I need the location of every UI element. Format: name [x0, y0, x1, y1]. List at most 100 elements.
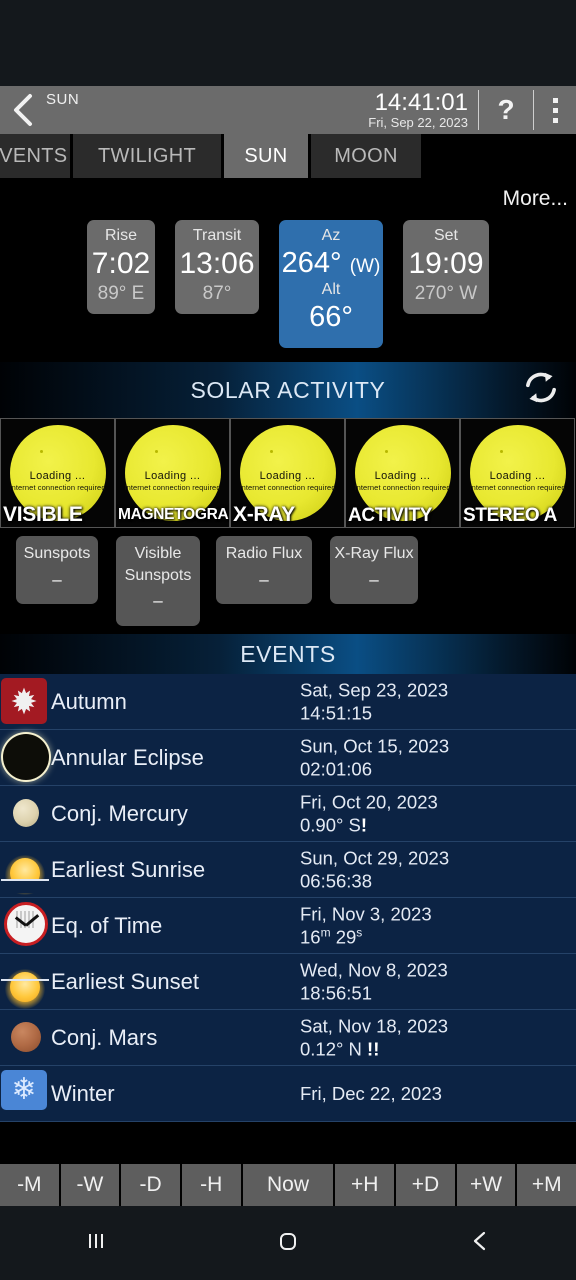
mars-icon — [1, 1014, 49, 1062]
tab-moon[interactable]: MOON — [311, 134, 421, 178]
table-row[interactable]: Earliest Sunset Wed, Nov 8, 2023 18:56:5… — [0, 954, 576, 1010]
more-link[interactable]: More... — [503, 187, 568, 211]
tab-events[interactable]: EVENTS — [0, 134, 70, 178]
tile-note: Internet connection required — [124, 482, 221, 492]
event-name: Autumn — [51, 688, 127, 714]
tile-note: Internet connection required — [469, 482, 566, 492]
tile-caption: MAGNETOGRAM — [118, 506, 230, 523]
events-list: Autumn Sat, Sep 23, 2023 14:51:15 Annula… — [0, 674, 576, 1122]
flux-radio-flux[interactable]: Radio Flux – — [216, 536, 312, 604]
event-when: Fri, Dec 22, 2023 — [300, 1082, 442, 1106]
back-icon — [465, 1226, 495, 1261]
event-when: Sat, Nov 18, 2023 0.12° N !! — [300, 1014, 448, 1061]
more-vertical-icon — [552, 97, 558, 103]
back-button[interactable] — [384, 1226, 576, 1261]
time-minus-week-button[interactable]: -W — [60, 1164, 120, 1206]
status-bar — [0, 0, 576, 86]
tile-loading-text: Loading ... Internet connection required — [346, 470, 459, 492]
tile-loading-text: Loading ... Internet connection required — [231, 470, 344, 492]
card-rise-sub: 89° E — [97, 282, 145, 304]
more-row: More... — [0, 178, 576, 220]
flux-label: Sunspots — [23, 545, 91, 562]
flux-value: – — [259, 569, 269, 589]
time-now-button[interactable]: Now — [242, 1164, 334, 1206]
chevron-left-icon — [12, 93, 34, 127]
event-when: Fri, Oct 20, 2023 0.90° S! — [300, 790, 438, 837]
time-navigation-bar: -M -W -D -H Now +H +D +W +M — [0, 1164, 576, 1206]
time-minus-day-button[interactable]: -D — [121, 1164, 180, 1206]
tile-caption: STEREO A — [463, 505, 558, 526]
event-when: Sun, Oct 29, 2023 06:56:38 — [300, 846, 449, 893]
flux-xray-flux[interactable]: X-Ray Flux – — [330, 536, 418, 604]
time-plus-hour-button[interactable]: +H — [335, 1164, 395, 1206]
card-set[interactable]: Set 19:09 270° W — [403, 220, 489, 314]
card-transit[interactable]: Transit 13:06 87° — [175, 220, 259, 314]
table-row[interactable]: Conj. Mercury Fri, Oct 20, 2023 0.90° S! — [0, 786, 576, 842]
flux-value: – — [153, 591, 163, 611]
flux-visible-sunspots[interactable]: Visible Sunspots – — [116, 536, 200, 626]
tile-caption: VISIBLE — [3, 503, 83, 526]
card-az-value: 264° (W) — [281, 247, 381, 279]
event-date: Wed, Nov 8, 2023 — [300, 958, 448, 980]
mercury-icon — [1, 790, 49, 838]
card-set-label: Set — [433, 227, 458, 244]
tile-loading-text: Loading ... Internet connection required — [1, 470, 114, 492]
solar-tile-magnetogram[interactable]: Loading ... Internet connection required… — [115, 418, 230, 528]
tab-sun[interactable]: SUN — [224, 134, 308, 178]
solar-tile-xray[interactable]: Loading ... Internet connection required… — [230, 418, 345, 528]
time-minus-month-button[interactable]: -M — [0, 1164, 59, 1206]
event-when: Sat, Sep 23, 2023 14:51:15 — [300, 678, 448, 725]
event-date: Fri, Nov 3, 2023 — [300, 902, 432, 924]
event-date: Sat, Nov 18, 2023 — [300, 1014, 449, 1036]
tile-loading-text: Loading ... Internet connection required — [461, 470, 574, 492]
action-bar-spacer — [79, 86, 368, 134]
event-when: Wed, Nov 8, 2023 18:56:51 — [300, 958, 448, 1005]
tile-loading-text: Loading ... Internet connection required — [116, 470, 229, 492]
home-button[interactable] — [192, 1226, 384, 1261]
solar-activity-title: SOLAR ACTIVITY — [190, 376, 386, 403]
recents-button[interactable] — [0, 1226, 192, 1261]
time-plus-month-button[interactable]: +M — [517, 1164, 576, 1206]
tile-caption: X-RAY — [233, 503, 295, 526]
sun-cards: Rise 7:02 89° E Transit 13:06 87° Az 264… — [0, 220, 576, 362]
table-row[interactable]: ❄ Winter Fri, Dec 22, 2023 — [0, 1066, 576, 1122]
tile-caption: ACTIVITY — [348, 505, 433, 526]
event-detail: 14:51:15 — [300, 702, 373, 724]
card-transit-value: 13:06 — [179, 247, 255, 280]
card-rise-label: Rise — [104, 227, 137, 244]
time-minus-hour-button[interactable]: -H — [181, 1164, 241, 1206]
solar-tile-visible[interactable]: Loading ... Internet connection required… — [0, 418, 115, 528]
back-button[interactable] — [0, 86, 46, 134]
event-detail: 0.12° N !! — [300, 1038, 380, 1060]
table-row[interactable]: Conj. Mars Sat, Nov 18, 2023 0.12° N !! — [0, 1010, 576, 1066]
solar-tiles: Loading ... Internet connection required… — [0, 418, 576, 528]
event-name: Winter — [51, 1080, 115, 1106]
help-button[interactable]: ? — [479, 86, 533, 134]
event-date: Sun, Oct 29, 2023 — [300, 846, 450, 868]
card-transit-sub: 87° — [202, 282, 232, 304]
card-rise-value: 7:02 — [91, 247, 151, 280]
clock-block[interactable]: 14:41:01 Fri, Sep 22, 2023 — [368, 86, 478, 134]
event-name: Conj. Mars — [51, 1024, 158, 1050]
event-when: Fri, Nov 3, 2023 16m 29s — [300, 902, 432, 950]
time-plus-day-button[interactable]: +D — [396, 1164, 455, 1206]
solar-tile-stereo-a[interactable]: Loading ... Internet connection required… — [460, 418, 575, 528]
card-azimuth-altitude[interactable]: Az 264° (W) Alt 66° — [279, 220, 383, 348]
event-detail: 16m 29s — [300, 925, 363, 948]
table-row[interactable]: Eq. of Time Fri, Nov 3, 2023 16m 29s — [0, 898, 576, 954]
card-set-value: 19:09 — [408, 247, 484, 280]
time-plus-week-button[interactable]: +W — [456, 1164, 516, 1206]
event-detail: 0.90° S! — [300, 814, 368, 836]
card-rise[interactable]: Rise 7:02 89° E — [87, 220, 155, 314]
tile-note: Internet connection required — [9, 482, 106, 492]
events-header: EVENTS — [0, 634, 576, 674]
overflow-menu-button[interactable] — [534, 86, 576, 134]
table-row[interactable]: Autumn Sat, Sep 23, 2023 14:51:15 — [0, 674, 576, 730]
snowflake-icon: ❄ — [1, 1069, 49, 1118]
solar-tile-activity[interactable]: Loading ... Internet connection required… — [345, 418, 460, 528]
flux-sunspots[interactable]: Sunspots – — [16, 536, 98, 604]
tab-twilight[interactable]: TWILIGHT — [73, 134, 221, 178]
refresh-button[interactable] — [522, 369, 560, 412]
table-row[interactable]: Earliest Sunrise Sun, Oct 29, 2023 06:56… — [0, 842, 576, 898]
table-row[interactable]: Annular Eclipse Sun, Oct 15, 2023 02:01:… — [0, 730, 576, 786]
